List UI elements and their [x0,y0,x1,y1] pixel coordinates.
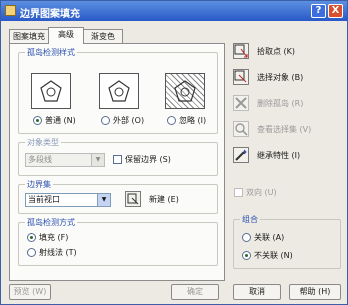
normal-style-preview[interactable] [31,73,71,109]
normal-radio[interactable] [33,116,42,125]
ray-radio[interactable] [27,248,36,257]
double-checkbox[interactable] [234,188,243,197]
boundary-set-value: 当前视口 [28,195,60,204]
outer-radio[interactable] [101,116,110,125]
boundary-set-select[interactable]: 当前视口 ▼ [25,193,111,207]
remove-islands-button[interactable] [233,95,249,111]
normal-label: 普通 (N) [45,116,76,125]
nonassociative-radio[interactable] [242,251,251,260]
title-bar[interactable]: 边界图案填充 ? X [1,1,347,21]
pick-points-icon [234,44,248,58]
advanced-panel: 孤岛检测样式 普通 (N) 外部 (O) 忽略 (I) 对象类型 多段线 ▼ 保… [9,43,225,281]
tab-gradient[interactable]: 渐变色 [83,29,123,43]
pick-points-label: 拾取点 (K) [257,47,296,56]
island-style-group: 孤岛检测样式 普通 (N) 外部 (O) 忽略 (I) [18,47,218,134]
cancel-button[interactable]: 取消 [233,284,281,300]
outer-style-preview[interactable] [99,73,139,109]
island-detection-title: 孤岛检测方式 [25,217,77,228]
composition-title: 组合 [240,214,260,225]
ignore-style-preview[interactable] [165,73,205,109]
boundary-set-title: 边界集 [25,179,53,190]
ignore-label: 忽略 (I) [179,116,207,125]
select-objects-icon [234,70,247,83]
object-type-select[interactable]: 多段线 ▼ [25,153,105,167]
normal-style-icon [40,80,62,102]
view-selections-label: 查看选择集 (V) [257,125,312,134]
tab-hatch[interactable]: 图案填充 [9,29,49,43]
fill-radio[interactable] [27,233,36,242]
nonassociative-label: 不关联 (N) [254,251,293,260]
inherit-properties-icon [235,149,247,161]
tab-advanced[interactable]: 高级 [48,27,84,44]
help-title-button[interactable]: ? [311,4,326,18]
select-objects-label: 选择对象 (B) [257,73,304,82]
chevron-down-icon: ▼ [91,154,104,166]
new-label: 新建 (E) [149,195,179,204]
inherit-properties-label: 继承特性 (I) [257,151,301,160]
double-label: 双向 (U) [246,188,277,197]
retain-boundaries-label: 保留边界 (S) [125,155,171,164]
pick-points-button[interactable] [233,43,249,59]
inherit-properties-button[interactable] [233,147,249,163]
close-button[interactable]: X [328,4,343,18]
window-title: 边界图案填充 [20,9,80,20]
object-type-title: 对象类型 [25,137,61,148]
view-selections-icon [235,123,248,136]
select-objects-button[interactable] [233,69,249,85]
ray-label: 射线法 (T) [39,248,77,257]
preview-button[interactable]: 预览 (W) [9,284,51,300]
remove-islands-icon [235,97,247,109]
ignore-style-icon [174,80,196,102]
fill-label: 填充 (F) [39,233,69,242]
boundary-set-group: 边界集 当前视口 ▼ 新建 (E) [18,179,218,214]
pick-box-icon [127,193,139,205]
view-selections-button[interactable] [233,121,249,137]
object-type-value: 多段线 [28,155,52,164]
island-detection-group: 孤岛检测方式 填充 (F) 射线法 (T) [18,217,218,266]
hatch-dialog: 边界图案填充 ? X 图案填充 高级 渐变色 孤岛检测样式 普通 (N) 外部 … [0,0,348,305]
retain-boundaries-checkbox[interactable] [113,155,122,164]
outer-label: 外部 (O) [113,116,145,125]
chevron-down-icon: ▼ [97,194,110,206]
new-boundary-set-button[interactable] [125,191,141,207]
remove-islands-label: 删除孤岛 (R) [257,99,304,108]
app-icon [5,5,16,16]
island-style-title: 孤岛检测样式 [25,47,77,58]
ok-button[interactable]: 确定 [171,284,219,300]
object-type-group: 对象类型 多段线 ▼ 保留边界 (S) [18,137,218,176]
outer-style-icon [108,80,130,102]
help-button[interactable]: 帮助 (H) [289,284,341,300]
ignore-radio[interactable] [167,116,176,125]
associative-label: 关联 (A) [254,233,285,242]
associative-radio[interactable] [242,233,251,242]
composition-group: 组合 关联 (A) 不关联 (N) [233,214,341,269]
